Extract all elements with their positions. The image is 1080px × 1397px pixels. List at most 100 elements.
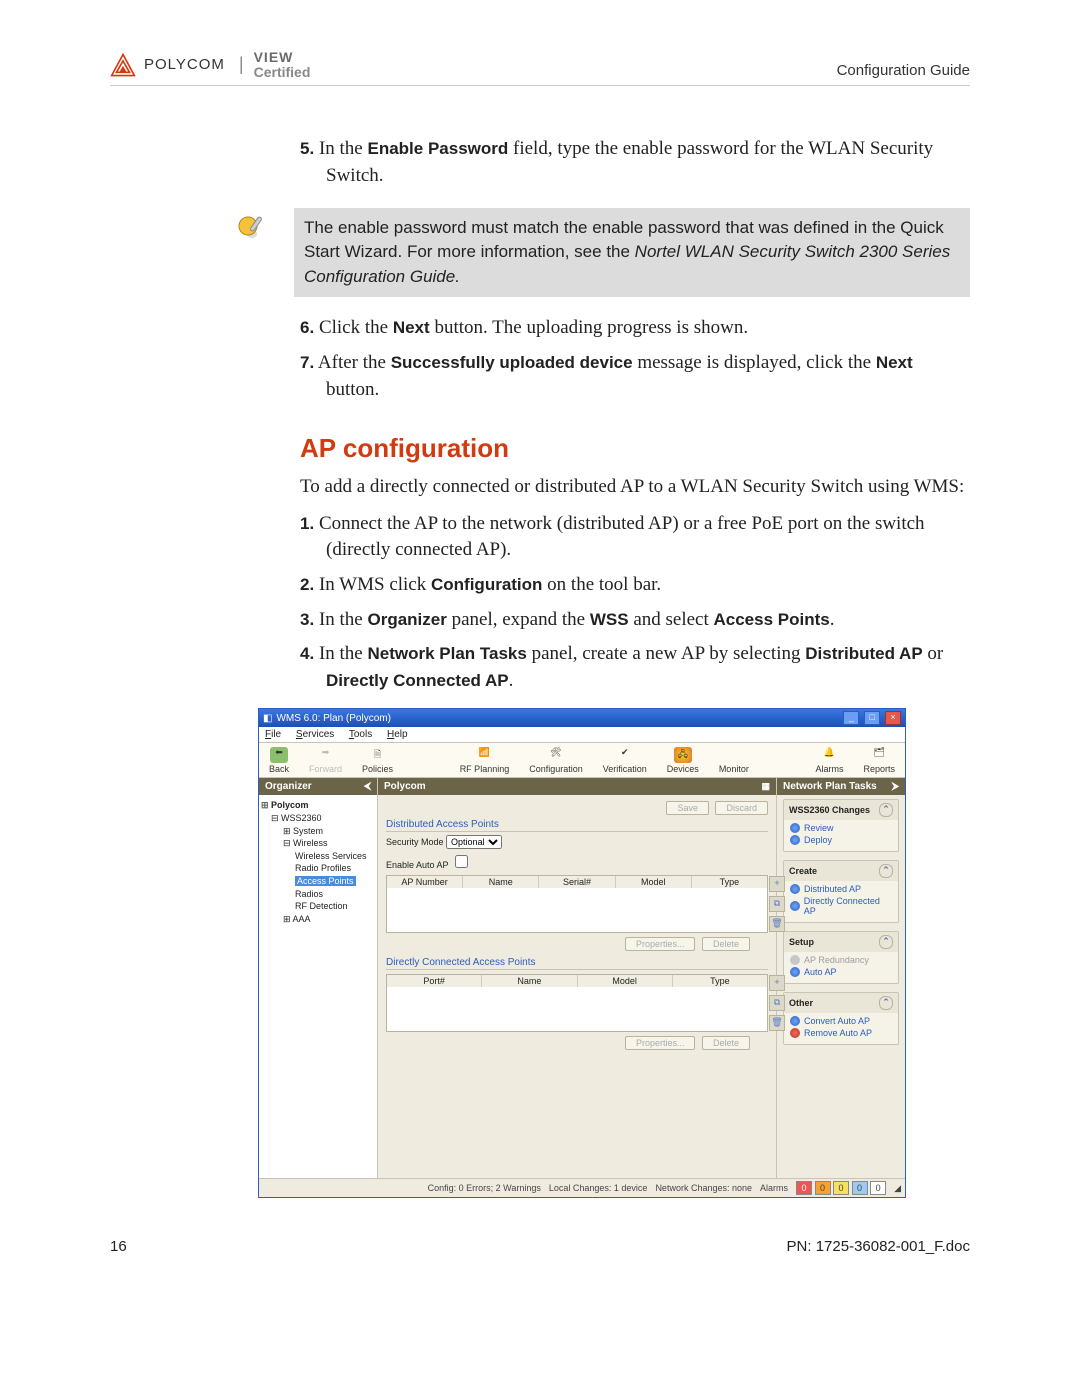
tool-alarms[interactable]: 🔔Alarms bbox=[805, 743, 853, 777]
close-button[interactable]: × bbox=[885, 711, 901, 725]
auto-ap-checkbox[interactable] bbox=[455, 855, 468, 868]
note-callout: The enable password must match the enabl… bbox=[230, 208, 970, 298]
chevron-icon[interactable]: ⌃ bbox=[879, 935, 893, 949]
menu-tools[interactable]: Tools bbox=[349, 729, 372, 740]
task-group-header[interactable]: WSS2360 Changes⌃ bbox=[784, 800, 898, 820]
task-link: AP Redundancy bbox=[790, 954, 892, 966]
tree-node-selected[interactable]: Access Points bbox=[295, 876, 356, 886]
copy-icon[interactable]: ⧉ bbox=[769, 995, 785, 1011]
add-icon[interactable]: + bbox=[769, 876, 785, 892]
minimize-button[interactable]: _ bbox=[843, 711, 859, 725]
brand-subtitle: VIEW Certified bbox=[254, 50, 311, 79]
tree-node[interactable]: RF Detection bbox=[261, 900, 375, 913]
tree-node[interactable]: ⊟ Wireless bbox=[261, 837, 375, 850]
delete-button-2[interactable]: Delete bbox=[702, 1036, 750, 1050]
group-direct: Directly Connected Access Points bbox=[386, 957, 768, 970]
collapse-icon[interactable]: ⮞ bbox=[892, 781, 899, 792]
task-link[interactable]: Distributed AP bbox=[790, 883, 892, 895]
note-box: The enable password must match the enabl… bbox=[294, 208, 970, 298]
menu-file[interactable]: File bbox=[265, 729, 281, 740]
properties-button-2[interactable]: Properties... bbox=[625, 1036, 696, 1050]
alarm-critical[interactable]: 0 bbox=[796, 1181, 812, 1195]
resize-grip-icon[interactable]: ◢ bbox=[894, 1183, 901, 1194]
task-group-header[interactable]: Create⌃ bbox=[784, 861, 898, 881]
tree-node[interactable]: ⊟ WSS2360 bbox=[261, 812, 375, 825]
status-network: Network Changes: none bbox=[655, 1183, 752, 1193]
polycom-logo-icon bbox=[110, 52, 136, 78]
security-mode-select[interactable]: Optional bbox=[446, 835, 502, 849]
tool-reports[interactable]: 🗂Reports bbox=[853, 743, 905, 777]
organizer-panel: Organizer⮜ Polycom⊟ WSS2360⊞ System⊟ Wir… bbox=[259, 778, 378, 1178]
menu-services[interactable]: Services bbox=[296, 729, 334, 740]
center-header: Polycom ▦ bbox=[378, 778, 776, 795]
menubar[interactable]: File Services Tools Help bbox=[259, 727, 905, 743]
alarm-info[interactable]: 0 bbox=[852, 1181, 868, 1195]
delete-icon[interactable]: 🗑 bbox=[769, 1015, 785, 1031]
status-local: Local Changes: 1 device bbox=[549, 1183, 648, 1193]
task-group-header[interactable]: Other⌃ bbox=[784, 993, 898, 1013]
status-config: Config: 0 Errors; 2 Warnings bbox=[428, 1183, 541, 1193]
status-bar: Config: 0 Errors; 2 Warnings Local Chang… bbox=[259, 1178, 905, 1197]
maximize-button[interactable]: □ bbox=[864, 711, 880, 725]
tool-verification[interactable]: ✔Verification bbox=[593, 743, 657, 777]
chevron-icon[interactable]: ⌃ bbox=[879, 864, 893, 878]
page-footer: 16 PN: 1725-36082-001_F.doc bbox=[110, 1238, 970, 1255]
organizer-tree[interactable]: Polycom⊟ WSS2360⊞ System⊟ WirelessWirele… bbox=[259, 795, 377, 1178]
task-link[interactable]: Remove Auto AP bbox=[790, 1027, 892, 1039]
task-group: Create⌃ Distributed APDirectly Connected … bbox=[783, 860, 899, 923]
task-group-header[interactable]: Setup⌃ bbox=[784, 932, 898, 952]
tool-configuration[interactable]: 🛠Configuration bbox=[519, 743, 593, 777]
center-panel: Polycom ▦ Save Discard Distributed Acces… bbox=[378, 778, 776, 1178]
part-number: PN: 1725-36082-001_F.doc bbox=[787, 1238, 970, 1255]
tool-spacer2 bbox=[759, 743, 806, 777]
task-link[interactable]: Deploy bbox=[790, 834, 892, 846]
alarm-major[interactable]: 0 bbox=[815, 1181, 831, 1195]
task-link[interactable]: Directly Connected AP bbox=[790, 895, 892, 917]
tree-node[interactable]: Wireless Services bbox=[261, 850, 375, 863]
tree-node[interactable]: ⊞ System bbox=[261, 825, 375, 838]
task-link[interactable]: Auto AP bbox=[790, 966, 892, 978]
delete-icon[interactable]: 🗑 bbox=[769, 916, 785, 932]
task-link[interactable]: Review bbox=[790, 822, 892, 834]
direct-ap-table[interactable]: Port# Name Model Type + ⧉ 🗑 bbox=[386, 974, 768, 1032]
tool-policies[interactable]: 🗎Policies bbox=[352, 743, 403, 777]
brand-logo-group: POLYCOM | VIEW Certified bbox=[110, 50, 310, 79]
step-c2: 2. In WMS click Configuration on the too… bbox=[300, 572, 970, 599]
tree-node[interactable]: Radios bbox=[261, 888, 375, 901]
task-group: Setup⌃ AP RedundancyAuto AP bbox=[783, 931, 899, 984]
menu-help[interactable]: Help bbox=[387, 729, 408, 740]
delete-button[interactable]: Delete bbox=[702, 937, 750, 951]
copy-icon[interactable]: ⧉ bbox=[769, 896, 785, 912]
task-link[interactable]: Convert Auto AP bbox=[790, 1015, 892, 1027]
alarm-clear[interactable]: 0 bbox=[870, 1181, 886, 1195]
distributed-ap-table[interactable]: AP Number Name Serial# Model Type + ⧉ bbox=[386, 875, 768, 933]
tool-devices[interactable]: 🖧Devices bbox=[657, 743, 709, 777]
page-header: POLYCOM | VIEW Certified Configuration G… bbox=[110, 50, 970, 86]
collapse-icon[interactable]: ⮜ bbox=[364, 781, 371, 792]
chevron-icon[interactable]: ⌃ bbox=[879, 996, 893, 1010]
alarm-minor[interactable]: 0 bbox=[833, 1181, 849, 1195]
save-button[interactable]: Save bbox=[666, 801, 709, 815]
tree-node[interactable]: Access Points bbox=[261, 875, 375, 888]
window-titlebar[interactable]: ◧ WMS 6.0: Plan (Polycom) _ □ × bbox=[259, 709, 905, 727]
discard-button[interactable]: Discard bbox=[715, 801, 768, 815]
tree-node[interactable]: ⊞ AAA bbox=[261, 913, 375, 926]
tool-back[interactable]: ⬅Back bbox=[259, 743, 299, 777]
task-group: Other⌃ Convert Auto APRemove Auto AP bbox=[783, 992, 899, 1045]
tree-node[interactable]: Polycom bbox=[261, 799, 375, 812]
toolbar: ⬅Back ➡Forward 🗎Policies 📶RF Planning 🛠C… bbox=[259, 743, 905, 778]
tile-icon[interactable]: ▦ bbox=[761, 781, 770, 792]
organizer-header: Organizer⮜ bbox=[259, 778, 377, 795]
tasks-header: Network Plan Tasks⮞ bbox=[777, 778, 905, 795]
properties-button[interactable]: Properties... bbox=[625, 937, 696, 951]
step-5: 5. In the Enable Password field, type th… bbox=[300, 136, 970, 189]
tool-rfplanning[interactable]: 📶RF Planning bbox=[450, 743, 520, 777]
tool-forward[interactable]: ➡Forward bbox=[299, 743, 352, 777]
add-icon[interactable]: + bbox=[769, 975, 785, 991]
wms-window: ◧ WMS 6.0: Plan (Polycom) _ □ × File Ser… bbox=[258, 708, 906, 1198]
tool-monitor[interactable]: Monitor bbox=[709, 743, 759, 777]
tree-node[interactable]: Radio Profiles bbox=[261, 862, 375, 875]
section-heading: AP configuration bbox=[300, 433, 970, 464]
chevron-icon[interactable]: ⌃ bbox=[879, 803, 893, 817]
status-alarms-label: Alarms bbox=[760, 1183, 788, 1193]
